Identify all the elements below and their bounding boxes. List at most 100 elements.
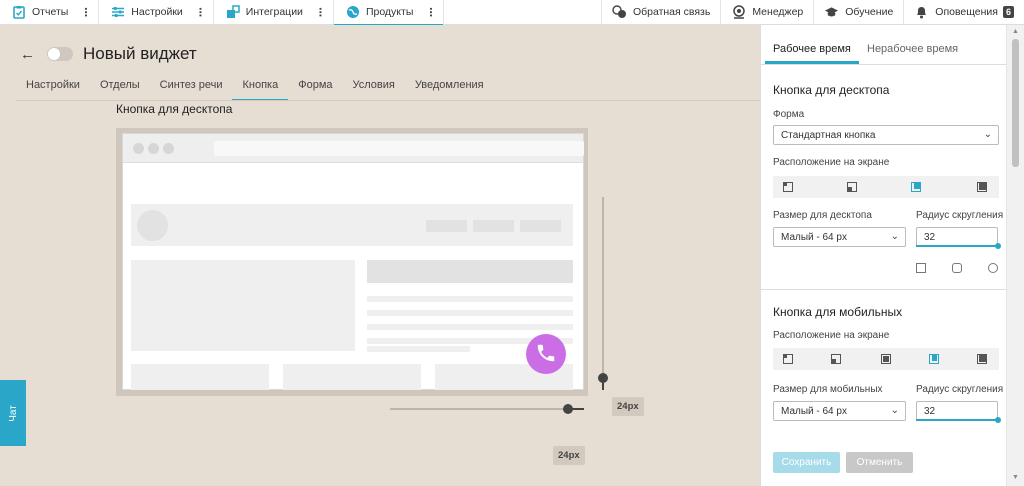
graduation-cap-icon [824, 5, 839, 19]
settings-panel: Рабочее время Нерабочее время Кнопка для… [760, 25, 1007, 486]
notifications-count-badge: 6 [1002, 6, 1014, 18]
mobile-size-value: Малый - 64 px [781, 406, 847, 417]
radius-input-underline [916, 419, 998, 421]
section-divider [761, 289, 1007, 290]
chevron-down-icon: ⌄ [890, 405, 899, 416]
chat-tab-label: Чат [7, 404, 19, 422]
circle-shape-option[interactable] [988, 263, 998, 273]
feedback-label: Обратная связь [632, 6, 711, 18]
tab-settings[interactable]: Настройки [16, 77, 90, 101]
cancel-button[interactable]: Отменить [846, 452, 913, 473]
more-dots-icon[interactable]: ··· [193, 7, 208, 17]
mobile-radius-input[interactable]: 32 [916, 401, 998, 421]
horizontal-offset-label: 24px [553, 446, 585, 465]
browser-toolbar [123, 134, 584, 163]
page-title: Новый виджет [83, 44, 197, 63]
position-top-right-icon[interactable] [977, 182, 987, 192]
nav-integrations[interactable]: Интеграции ··· [214, 0, 334, 25]
more-dots-icon[interactable]: ··· [78, 7, 93, 17]
more-dots-icon[interactable]: ··· [423, 7, 438, 17]
placeholder-line [367, 296, 573, 302]
placeholder-image [131, 260, 355, 351]
shape-label: Форма [773, 109, 805, 120]
desktop-size-value: Малый - 64 px [781, 232, 847, 243]
position-bottom-center-icon[interactable] [881, 354, 891, 364]
horizontal-offset-handle[interactable] [563, 404, 573, 414]
scrollbar-thumb[interactable] [1012, 39, 1019, 167]
position-top-left-icon[interactable] [783, 354, 793, 364]
callback-button-preview[interactable] [526, 334, 566, 374]
placeholder-card [283, 364, 421, 390]
horizontal-offset-fill [572, 408, 584, 410]
shape-select[interactable]: Стандартная кнопка ⌄ [773, 125, 999, 145]
placeholder-nav [473, 220, 514, 232]
desktop-button-title: Кнопка для десктопа [773, 83, 890, 97]
learning-link[interactable]: Обучение [813, 0, 903, 25]
desktop-radius-input[interactable]: 32 [916, 227, 998, 247]
chat-tab[interactable]: Чат [0, 380, 26, 446]
tab-speech-synthesis[interactable]: Синтез речи [150, 77, 233, 101]
chevron-down-icon: ⌄ [890, 231, 899, 242]
radius-input-dot [995, 243, 1001, 249]
mobile-size-select[interactable]: Малый - 64 px ⌄ [773, 401, 906, 421]
position-top-left-icon[interactable] [783, 182, 793, 192]
panel-scrollbar[interactable]: ▲ ▼ [1006, 25, 1024, 486]
mobile-position-label: Расположение на экране [773, 330, 890, 341]
position-bottom-left-icon[interactable] [847, 182, 857, 192]
notifications-link[interactable]: Оповещения 6 [903, 0, 1024, 25]
scroll-up-icon[interactable]: ▲ [1012, 28, 1019, 35]
vertical-offset-track [602, 197, 604, 380]
radius-input-dot [995, 417, 1001, 423]
desktop-radius-label: Радиус скругления [916, 210, 1004, 221]
position-bottom-right-icon[interactable] [929, 354, 939, 364]
rounded-shape-option[interactable] [952, 263, 962, 273]
back-arrow-icon[interactable]: ← [20, 46, 35, 63]
browser-dot [163, 143, 174, 154]
tab-conditions[interactable]: Условия [343, 77, 405, 101]
scroll-down-icon[interactable]: ▼ [1012, 474, 1019, 481]
placeholder-heading [367, 260, 573, 283]
chevron-down-icon: ⌄ [983, 129, 992, 140]
nav-settings[interactable]: Настройки ··· [99, 0, 214, 25]
tab-form[interactable]: Форма [288, 77, 342, 101]
sliders-icon [111, 5, 125, 19]
top-right-actions: Обратная связь Менеджер Обучение Оповеще… [600, 0, 1024, 25]
desktop-radius-value: 32 [924, 232, 936, 243]
browser-url-bar [214, 141, 584, 156]
tab-departments[interactable]: Отделы [90, 77, 150, 101]
desktop-size-label: Размер для десктопа [773, 210, 872, 221]
active-tab-indicator [765, 61, 859, 64]
tab-non-working-hours[interactable]: Нерабочее время [867, 43, 958, 55]
nav-integrations-label: Интеграции [245, 6, 303, 18]
nav-settings-label: Настройки [131, 6, 183, 18]
tab-working-hours[interactable]: Рабочее время [773, 43, 851, 55]
preview-section-title: Кнопка для десктопа [116, 102, 233, 116]
nav-reports[interactable]: Отчеты ··· [0, 0, 100, 25]
more-dots-icon[interactable]: ··· [313, 7, 328, 17]
settings-tabs: Настройки Отделы Синтез речи Кнопка Форм… [16, 77, 494, 101]
puzzle-icon [226, 5, 240, 19]
position-bottom-left-icon[interactable] [831, 354, 841, 364]
desktop-size-select[interactable]: Малый - 64 px ⌄ [773, 227, 906, 247]
placeholder-nav [520, 220, 561, 232]
vertical-offset-label: 24px [612, 397, 644, 416]
nav-products[interactable]: Продукты ··· [333, 0, 445, 26]
tab-button[interactable]: Кнопка [232, 77, 288, 101]
feedback-link[interactable]: Обратная связь [600, 0, 720, 25]
square-shape-option[interactable] [916, 263, 926, 273]
manager-link[interactable]: Менеджер [720, 0, 813, 25]
vertical-offset-handle[interactable] [598, 373, 608, 383]
position-top-right-icon[interactable] [977, 354, 987, 364]
desktop-position-selector [773, 176, 999, 198]
widget-enabled-toggle[interactable] [47, 47, 73, 61]
mobile-size-label: Размер для мобильных [773, 384, 883, 395]
tabs-divider [16, 100, 760, 101]
save-button[interactable]: Сохранить [773, 452, 840, 473]
placeholder-line [367, 346, 470, 352]
tab-notifications[interactable]: Уведомления [405, 77, 494, 101]
position-bottom-right-icon[interactable] [911, 182, 921, 192]
schedule-tabs: Рабочее время Нерабочее время [761, 25, 1007, 65]
learning-label: Обучение [845, 6, 894, 18]
bell-icon [914, 5, 929, 19]
placeholder-line [367, 324, 573, 330]
